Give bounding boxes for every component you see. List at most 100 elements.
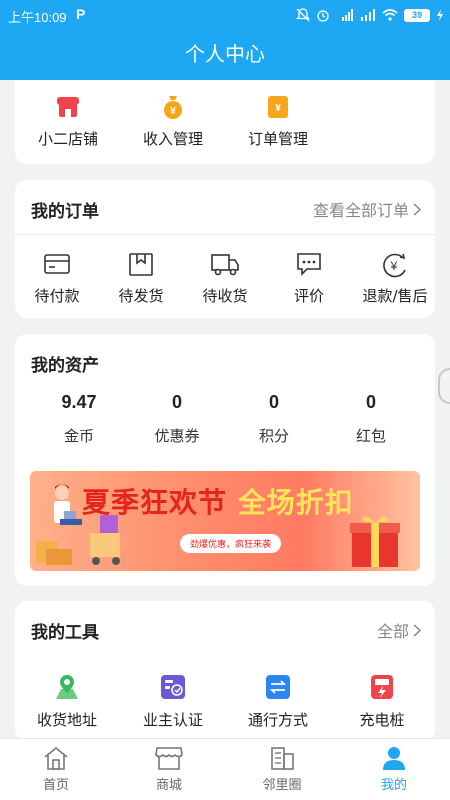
wifi-icon <box>382 9 398 21</box>
truck-icon <box>211 254 239 276</box>
orders-title: 我的订单 <box>31 202 99 222</box>
charging-icon <box>437 9 443 21</box>
order-status-to-ship[interactable]: 待发货 <box>103 252 179 306</box>
package-icon <box>129 253 153 276</box>
shop-item-label: 订单管理 <box>247 130 308 148</box>
tab-home[interactable]: 首页 <box>16 745 96 793</box>
order-doc-icon: ¥ <box>268 96 288 118</box>
all-tools-label: 全部 <box>376 622 409 641</box>
asset-label: 金币 <box>63 427 94 445</box>
asset-coupons[interactable]: 0 优惠券 <box>137 392 217 446</box>
chevron-right-icon <box>413 202 421 216</box>
store-icon <box>155 747 183 770</box>
card-icon <box>44 254 70 274</box>
status-bar: 上午10:09 P 39 <box>0 0 450 30</box>
shop-item-label: 收入管理 <box>142 130 203 148</box>
top-bar: 上午10:09 P 39 个人中心 <box>0 0 450 80</box>
tools-title: 我的工具 <box>31 623 99 643</box>
asset-points[interactable]: 0 积分 <box>234 392 314 446</box>
svg-text:¥: ¥ <box>390 259 398 273</box>
all-tools-link[interactable]: 全部 <box>377 618 421 642</box>
chevron-right-icon <box>413 623 421 637</box>
asset-label: 积分 <box>258 427 289 445</box>
promo-banner[interactable]: 夏季狂欢节 全场折扣 劲爆优惠，疯狂来袭 <box>30 471 420 571</box>
divider <box>15 234 435 235</box>
order-status-label: 评价 <box>293 287 324 305</box>
parking-app-icon: P <box>76 6 86 22</box>
side-drawer-handle[interactable] <box>438 368 450 404</box>
assets-title: 我的资产 <box>31 356 99 376</box>
shop-item-store[interactable]: 小二店铺 <box>30 94 106 149</box>
shop-icon <box>57 97 79 117</box>
tab-label: 商城 <box>155 778 182 793</box>
orders-card: 我的订单 查看全部订单 待付款 待发货 待收货 评价 ¥ 退款/售后 <box>15 180 435 318</box>
tab-neighborhood[interactable]: 邻里圈 <box>242 745 322 793</box>
shop-item-label: 小二店铺 <box>37 130 98 148</box>
tool-charging-pile[interactable]: 充电桩 <box>344 673 420 730</box>
banner-headline: 夏季狂欢节 全场折扣 <box>82 481 354 521</box>
asset-value: 0 <box>268 392 279 412</box>
id-card-icon <box>161 675 185 699</box>
asset-gold-coins[interactable]: 9.47 金币 <box>39 392 119 446</box>
banner-headline-a: 夏季狂欢节 <box>82 486 228 519</box>
svg-text:¥: ¥ <box>170 106 176 117</box>
order-status-label: 待付款 <box>34 287 80 305</box>
order-status-label: 待发货 <box>118 287 164 305</box>
asset-value: 0 <box>365 392 376 412</box>
building-icon <box>271 747 294 770</box>
shop-item-orders[interactable]: ¥ 订单管理 <box>240 94 316 149</box>
tool-address[interactable]: 收货地址 <box>29 673 105 730</box>
tab-mall[interactable]: 商城 <box>129 745 209 793</box>
money-bag-icon: ¥ <box>164 96 182 119</box>
order-status-label: 待收货 <box>202 287 248 305</box>
gift-box-illustration <box>350 516 400 567</box>
orders-header: 我的订单 查看全部订单 <box>15 180 435 234</box>
order-status-review[interactable]: 评价 <box>271 252 347 306</box>
asset-red-packets[interactable]: 0 红包 <box>331 392 411 446</box>
status-icons: 39 <box>296 6 444 24</box>
asset-label: 红包 <box>355 427 386 445</box>
tool-label: 通行方式 <box>247 711 308 729</box>
tool-label: 业主认证 <box>142 711 203 729</box>
tab-label: 邻里圈 <box>262 778 302 793</box>
charger-icon <box>371 675 393 699</box>
page-title: 个人中心 <box>185 42 265 66</box>
tools-card: 我的工具 全部 收货地址 业主认证 通行方式 充电桩 <box>15 601 435 741</box>
signal-icon <box>361 9 375 21</box>
shop-card: 小二店铺 ¥ 收入管理 ¥ 订单管理 <box>15 80 435 164</box>
tool-owner-verify[interactable]: 业主认证 <box>135 673 211 730</box>
order-status-to-receive[interactable]: 待收货 <box>187 252 263 306</box>
shop-item-income[interactable]: ¥ 收入管理 <box>135 94 211 149</box>
svg-text:¥: ¥ <box>275 103 281 114</box>
tool-label: 收货地址 <box>36 711 97 729</box>
tab-label: 首页 <box>42 778 69 793</box>
assets-header: 我的资产 <box>15 334 435 388</box>
tab-label: 我的 <box>380 778 407 793</box>
user-icon <box>383 747 405 770</box>
mute-bell-icon <box>296 8 310 22</box>
asset-value: 0 <box>171 392 182 412</box>
tool-access-method[interactable]: 通行方式 <box>240 673 316 730</box>
assets-card: 我的资产 9.47 金币 0 优惠券 0 积分 0 红包 夏季狂欢节 全场折扣 … <box>15 334 435 586</box>
view-all-orders-label: 查看全部订单 <box>312 201 409 220</box>
alarm-icon <box>317 10 329 22</box>
banner-subtitle: 劲爆优惠，疯狂来袭 <box>180 534 282 553</box>
signal-hd-icon <box>342 9 353 21</box>
tool-label: 充电桩 <box>359 711 405 729</box>
home-icon <box>44 746 68 770</box>
banner-headline-b: 全场折扣 <box>237 486 354 519</box>
tools-header: 我的工具 全部 <box>15 601 435 655</box>
map-pin-icon <box>56 675 78 699</box>
swap-icon <box>266 675 290 699</box>
view-all-orders-link[interactable]: 查看全部订单 <box>313 197 421 221</box>
battery-icon: 39 <box>404 8 430 22</box>
order-status-refund[interactable]: ¥ 退款/售后 <box>355 252 435 306</box>
asset-value: 9.47 <box>61 392 97 412</box>
order-status-unpaid[interactable]: 待付款 <box>19 252 95 306</box>
comment-icon <box>297 253 321 276</box>
order-status-label: 退款/售后 <box>362 287 428 305</box>
bottom-tab-bar: 首页 商城 邻里圈 我的 <box>0 738 450 800</box>
refund-icon: ¥ <box>383 253 406 278</box>
tab-mine[interactable]: 我的 <box>354 745 434 793</box>
asset-label: 优惠券 <box>154 427 200 445</box>
